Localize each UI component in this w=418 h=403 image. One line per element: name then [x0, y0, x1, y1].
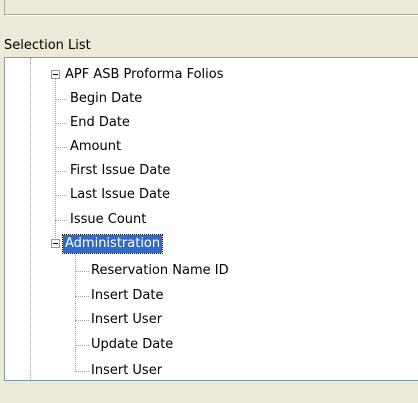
- tree-item-label: First Issue Date: [70, 163, 171, 178]
- tree-item-label: Last Issue Date: [70, 187, 171, 202]
- collapse-icon[interactable]: [51, 239, 60, 248]
- tree-branch: [55, 171, 67, 172]
- tree-branch: [75, 320, 89, 321]
- tree-item[interactable]: Insert Date: [89, 285, 166, 307]
- tree-branch: [55, 220, 67, 221]
- tree-item-label: Update Date: [91, 337, 174, 352]
- tree-item-label: Issue Count: [70, 212, 147, 227]
- tree-item[interactable]: Insert User: [89, 309, 164, 331]
- tree-item-label: Insert User: [91, 312, 163, 327]
- tree-branch: [75, 271, 89, 272]
- tree-item[interactable]: Amount: [68, 136, 123, 158]
- tree-item[interactable]: Insert User: [89, 360, 164, 380]
- tree-node-label: Administration: [61, 234, 164, 254]
- tree-item-label: Insert Date: [91, 288, 164, 303]
- selection-tree[interactable]: APF ASB Proforma Folios Begin Date End D…: [4, 57, 418, 381]
- tree-line-outer: [30, 58, 31, 380]
- tree-item-label: Begin Date: [70, 91, 143, 106]
- tree-item[interactable]: Begin Date: [68, 88, 144, 110]
- tree-item-label: Amount: [70, 139, 122, 154]
- tree-item[interactable]: First Issue Date: [68, 160, 172, 182]
- tree-node-administration[interactable]: Administration: [61, 233, 164, 255]
- tree-item[interactable]: Issue Count: [68, 209, 148, 231]
- tree-item-label: Reservation Name ID: [91, 263, 229, 278]
- tree-item[interactable]: Last Issue Date: [68, 184, 172, 206]
- top-panel-frame: [4, 0, 418, 16]
- tree-branch: [55, 123, 67, 124]
- top-panel: [0, 0, 418, 20]
- tree-node-label: APF ASB Proforma Folios: [65, 67, 224, 82]
- tree-line-root: [55, 78, 56, 238]
- tree-item[interactable]: Reservation Name ID: [89, 260, 231, 282]
- tree-item-label: Insert User: [91, 363, 163, 378]
- tree-item-label: End Date: [70, 115, 130, 130]
- collapse-icon[interactable]: [51, 70, 60, 79]
- tree-branch: [55, 99, 67, 100]
- tree-node-root[interactable]: APF ASB Proforma Folios: [63, 64, 226, 86]
- selection-list-label: Selection List: [4, 38, 91, 53]
- tree-branch: [75, 345, 89, 346]
- tree-branch: [75, 296, 89, 297]
- tree-branch: [55, 195, 67, 196]
- tree-item[interactable]: End Date: [68, 112, 132, 134]
- tree-branch: [55, 147, 67, 148]
- tree-branch: [75, 371, 89, 372]
- tree-item[interactable]: Update Date: [89, 334, 175, 356]
